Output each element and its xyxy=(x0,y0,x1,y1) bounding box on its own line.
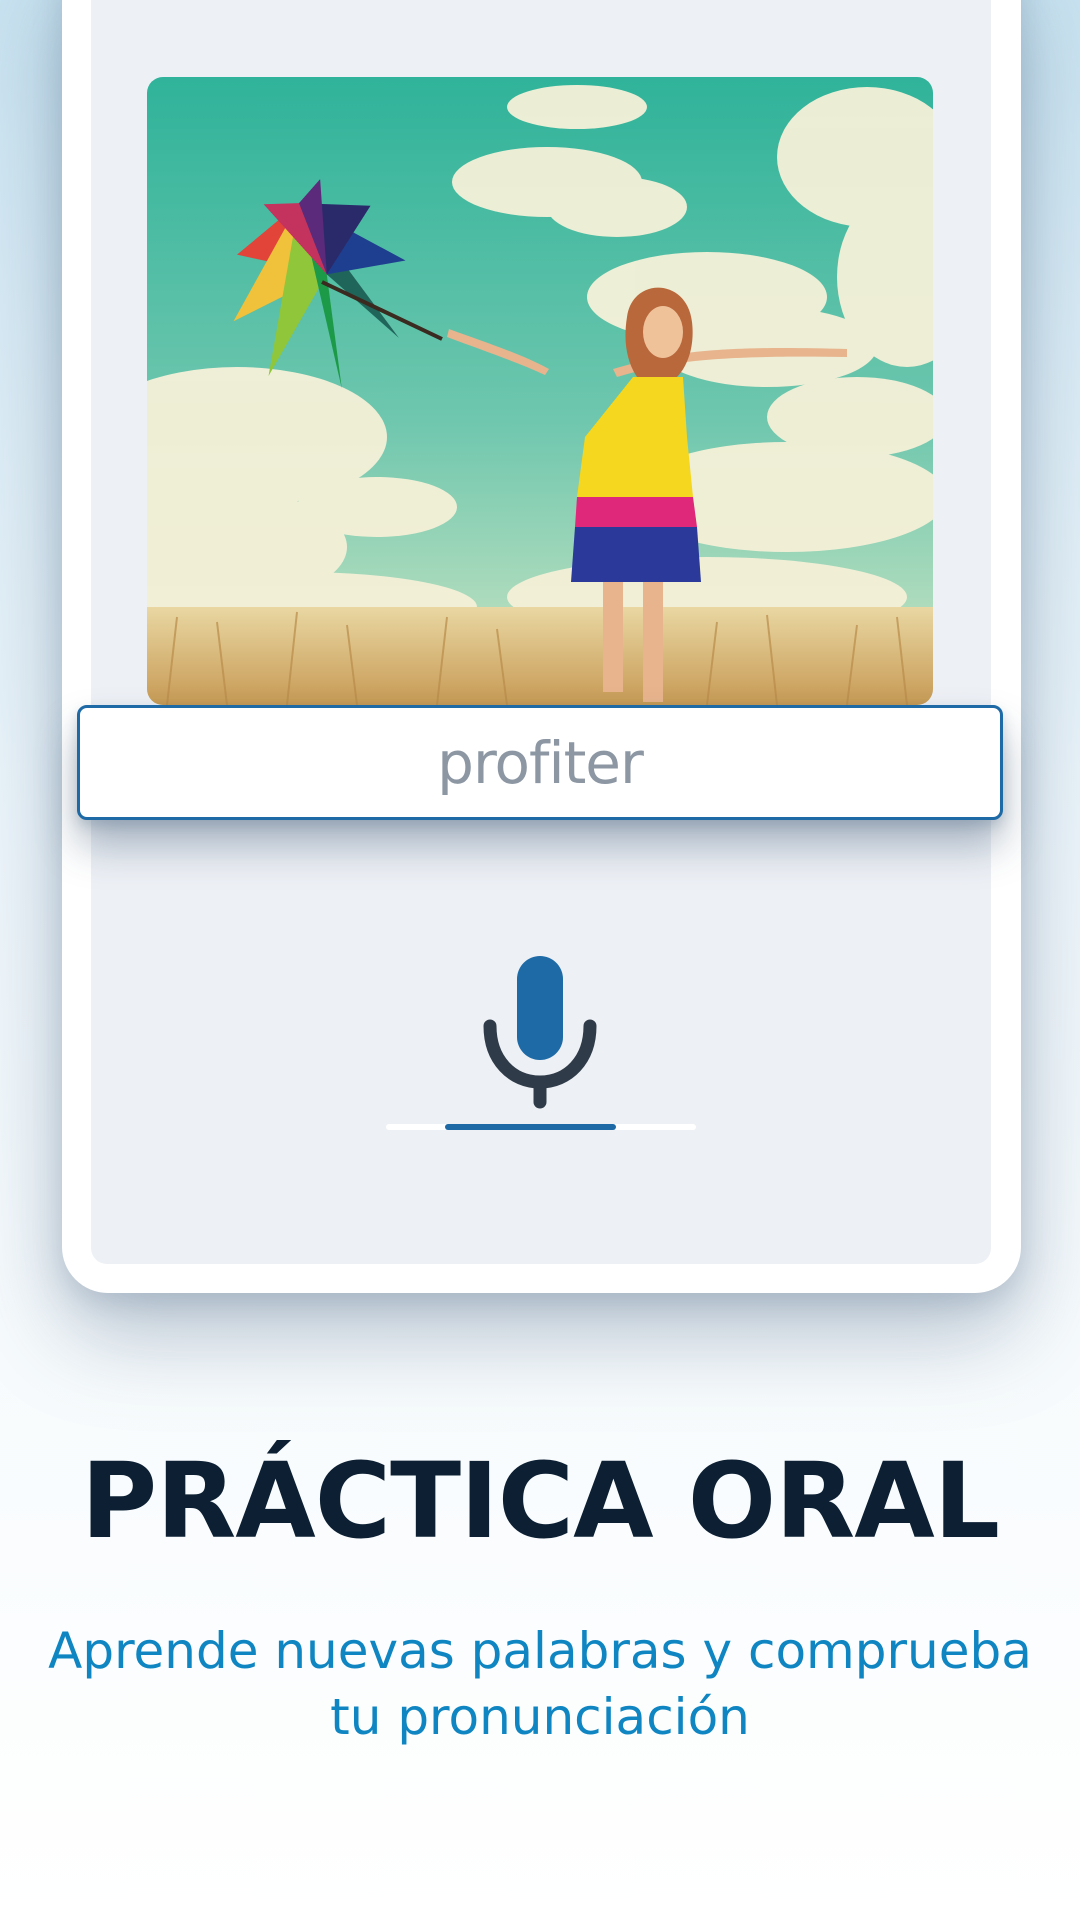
microphone-button[interactable] xyxy=(480,950,600,1110)
subtitle-line-2: tu pronunciación xyxy=(330,1688,750,1746)
subtitle-line-1: Aprende nuevas palabras y comprueba xyxy=(48,1622,1032,1680)
recording-level-fill xyxy=(445,1124,616,1130)
feature-title: PRÁCTICA ORAL xyxy=(80,1440,1000,1562)
microphone-icon xyxy=(483,956,597,1109)
woman-umbrella-illustration xyxy=(147,77,933,705)
recording-level-bar xyxy=(386,1124,696,1130)
word-display: profiter xyxy=(77,705,1003,820)
lesson-photo xyxy=(147,77,933,705)
feature-subtitle: Aprende nuevas palabras y comprueba tu p… xyxy=(40,1618,1040,1750)
target-word: profiter xyxy=(437,728,644,797)
